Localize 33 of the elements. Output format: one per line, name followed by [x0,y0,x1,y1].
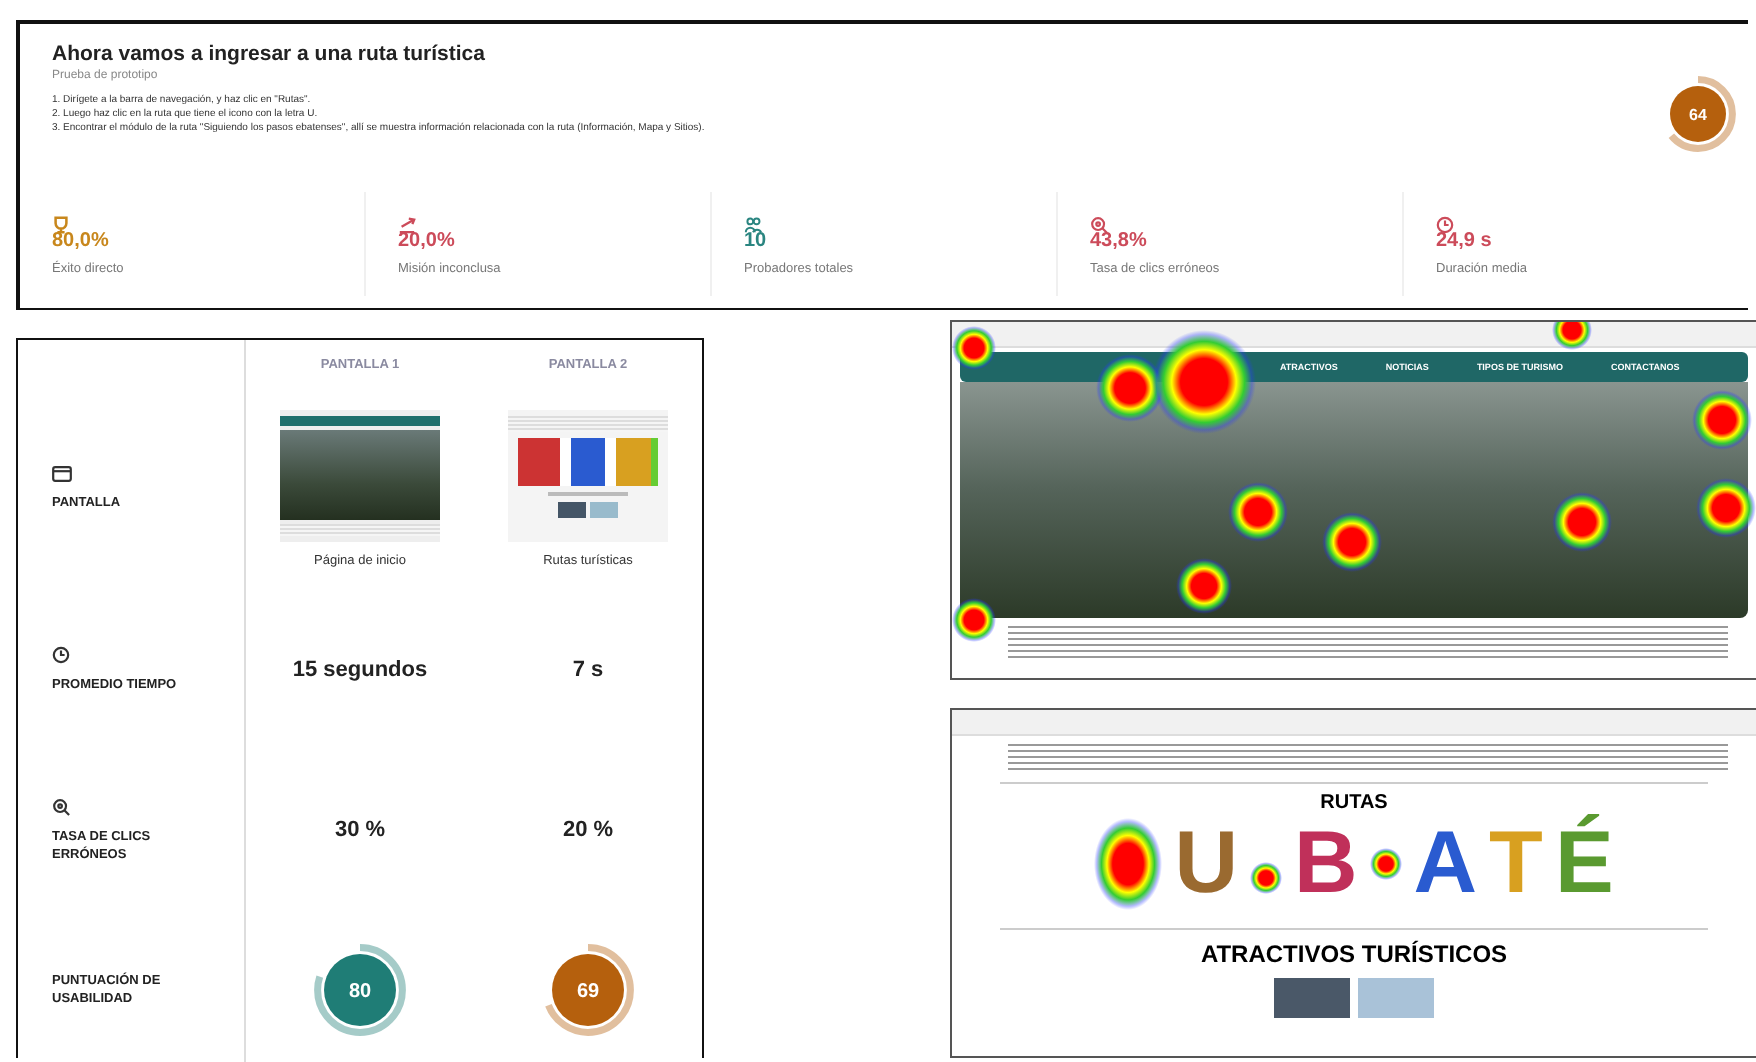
screen-icon [52,465,72,481]
score-value: 64 [1689,105,1707,124]
table-cell: 20 % [562,818,614,842]
cursor-target-icon [1090,216,1108,234]
big-letter: U [1174,820,1238,908]
photo-placeholder [1358,978,1434,1018]
table-cell: 15 segundos [292,658,428,682]
photo-placeholder [1274,978,1350,1018]
section-heading: RUTAS [1318,792,1390,814]
trophy-icon [52,216,70,234]
table-cell: 7 s [572,658,604,682]
metric-value: 24,9 s [1436,230,1494,252]
section-heading: ATRACTIVOS TURÍSTICOS [1198,940,1510,968]
heat-spot [1369,848,1402,880]
cursor-target-icon [52,797,70,815]
metric-value: 20,0% [398,230,457,252]
heat-spot [1249,862,1282,894]
big-letter: A [1413,820,1478,908]
heat-spot [1552,322,1592,350]
score-value: 80 [348,981,372,1004]
metric-value: 80,0% [52,230,111,252]
clock-icon [1436,216,1454,234]
big-letter: B [1293,820,1358,908]
split-arrow-icon [398,216,416,234]
table-cell: 30 % [334,818,386,842]
people-icon [744,216,762,234]
heat-spot [952,598,996,642]
metric-value: 10 [744,230,769,252]
task-title: Ahora vamos a ingresar a una ruta turística [52,42,487,66]
metric-value: 43,8% [1090,230,1149,252]
big-letter: T [1489,820,1543,908]
clock-icon [52,646,70,664]
score-value: 69 [576,981,600,1004]
